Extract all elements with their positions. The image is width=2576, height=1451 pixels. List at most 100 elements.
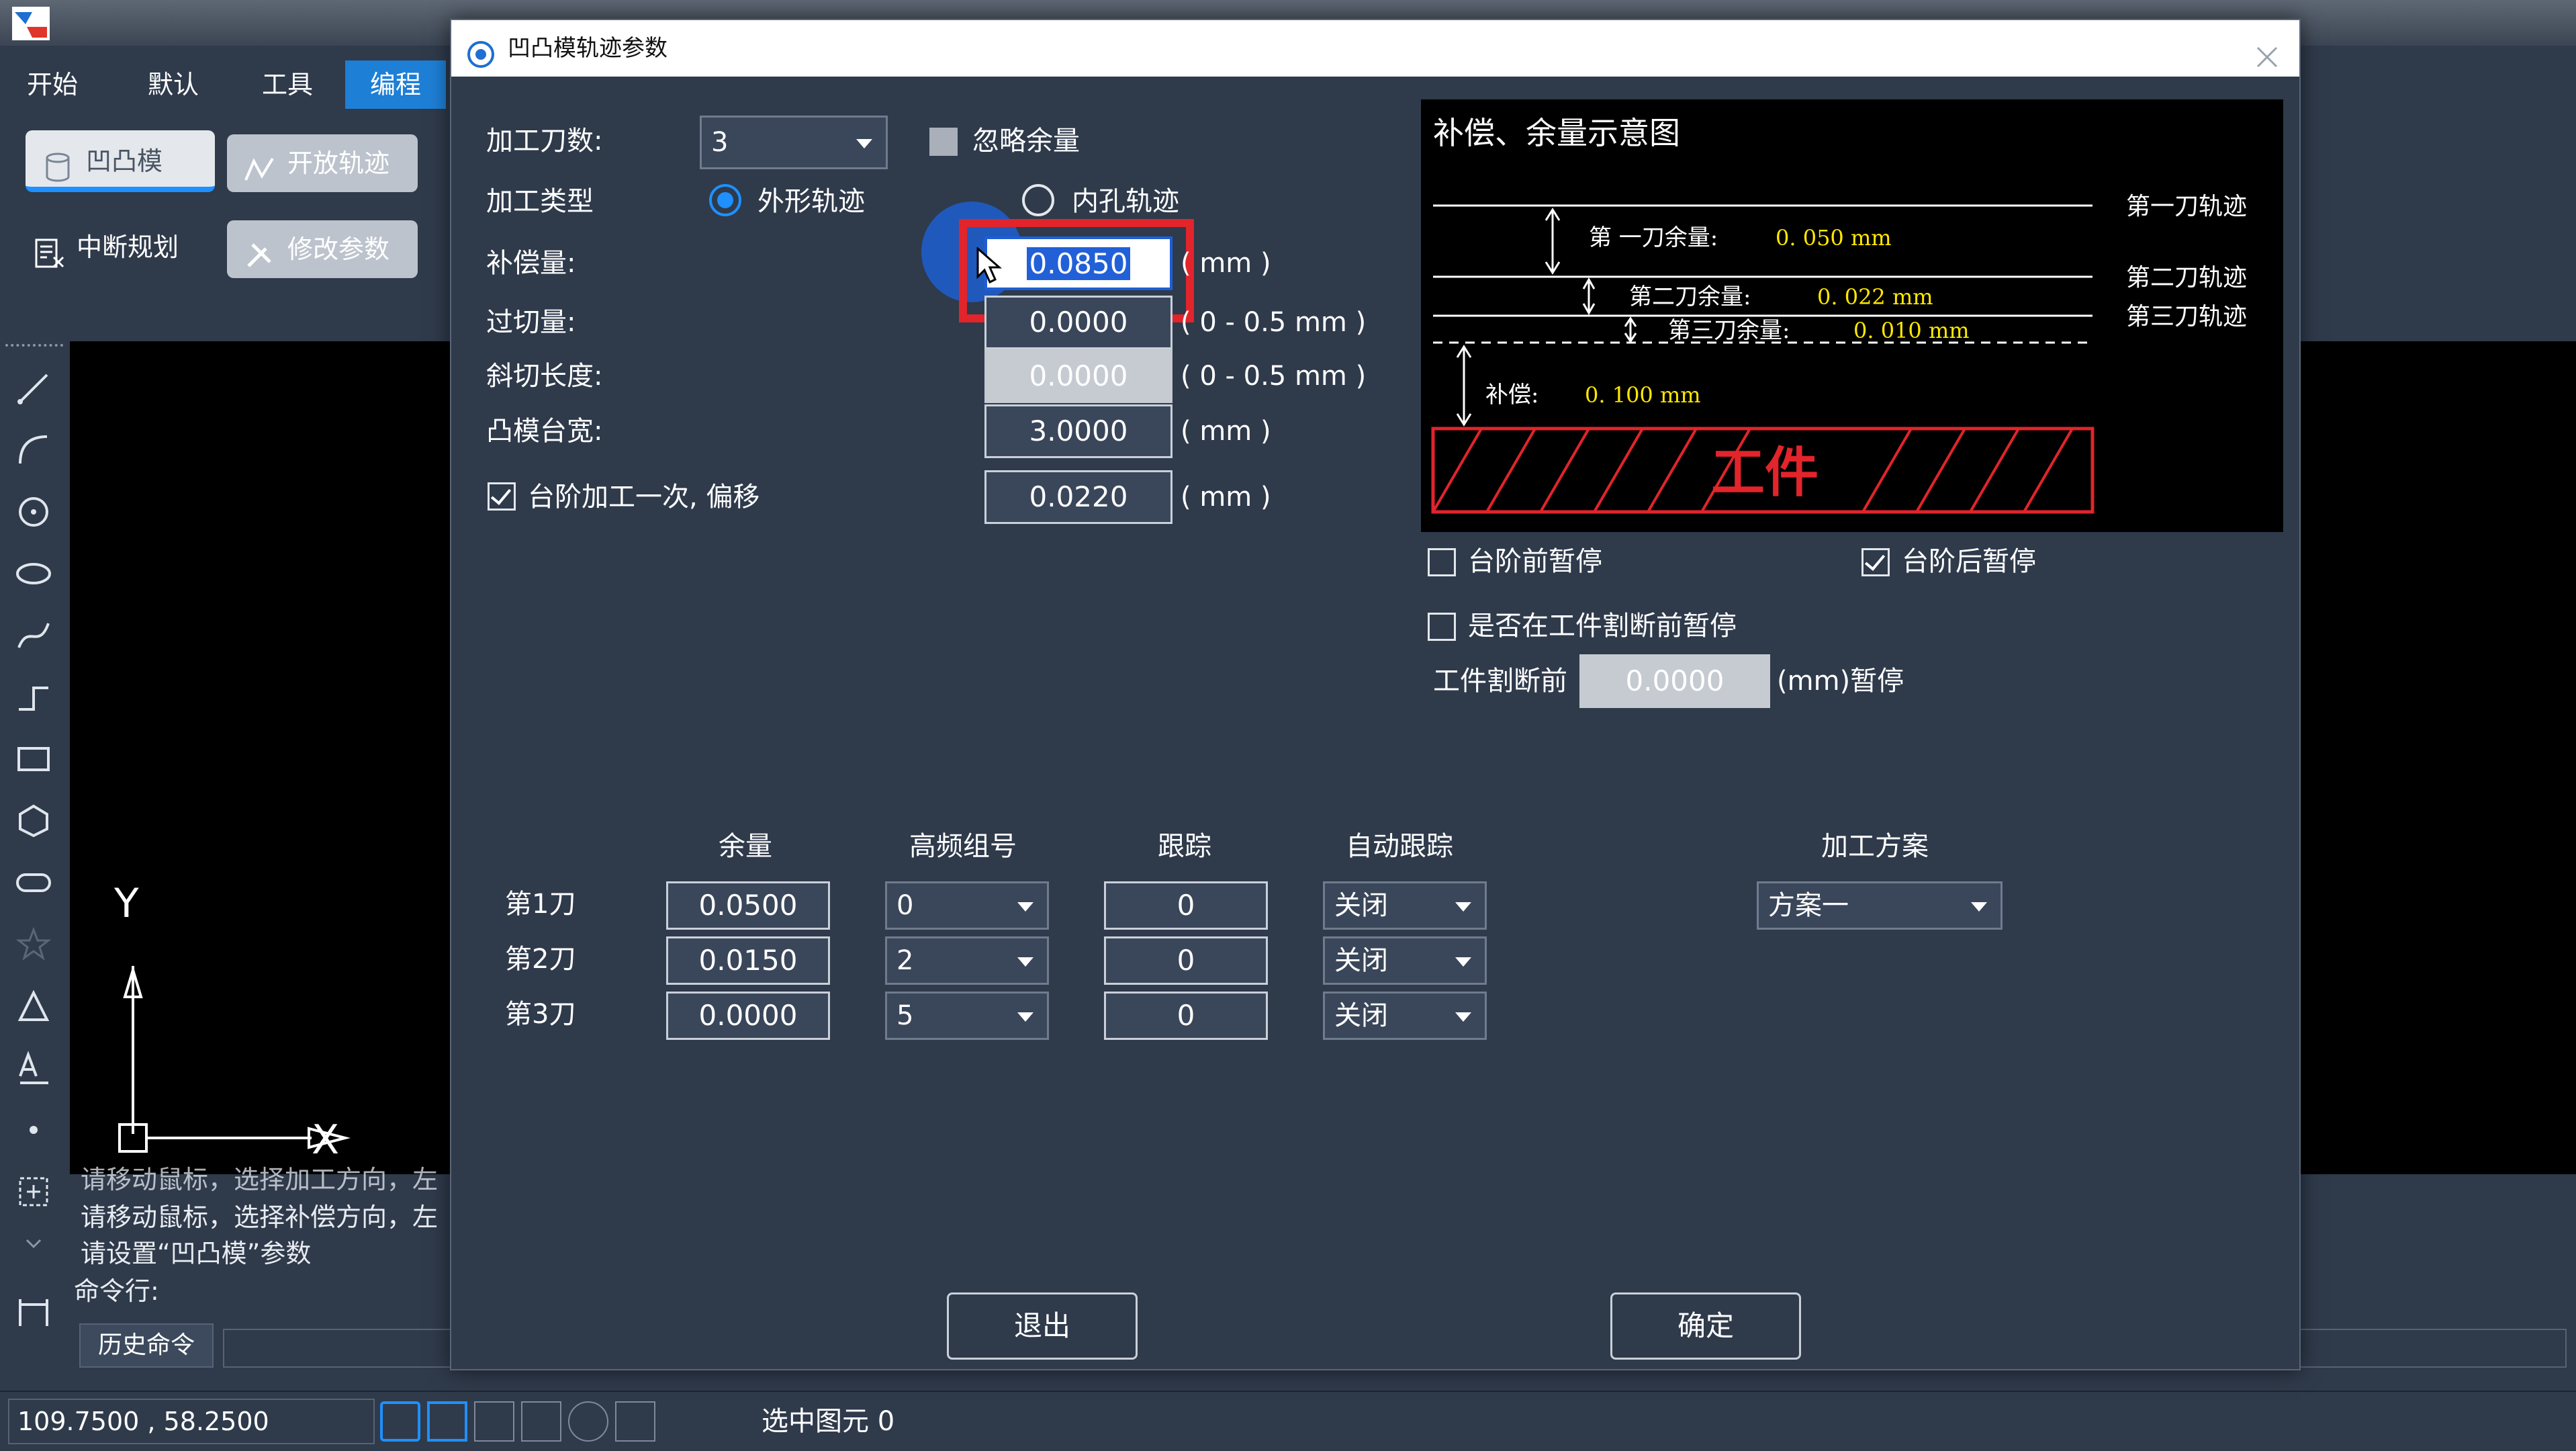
pause-before-step-checkbox[interactable] (1428, 548, 1456, 576)
header-plan: 加工方案 (1821, 831, 1929, 862)
punch-step-width-input[interactable]: 3.0000 (984, 404, 1172, 458)
plan-select[interactable]: 方案一 (1757, 881, 2003, 930)
inner-track-radio[interactable] (1022, 184, 1054, 216)
allowance3-label: 第三刀余量: (1668, 317, 1790, 344)
row1-track: 0 (1177, 889, 1195, 922)
history-command-button[interactable]: 历史命令 (79, 1323, 214, 1368)
chevron-down-icon (1455, 957, 1471, 967)
chevron-down-icon (1017, 957, 1033, 967)
list-edit-icon (34, 230, 66, 268)
app-logo-icon (12, 7, 50, 40)
diagram-title: 补偿、余量示意图 (1433, 115, 1680, 151)
row2-auto: 关闭 (1334, 945, 1388, 976)
menu-programming[interactable]: 编程 (345, 60, 446, 109)
circle-tool-icon[interactable] (15, 493, 52, 531)
polar-snap-icon[interactable] (474, 1401, 514, 1442)
row2-group-select[interactable]: 2 (885, 936, 1049, 985)
cut-off-value: 0.0000 (1625, 664, 1724, 697)
point-tool-icon[interactable] (15, 1111, 52, 1149)
pause-after-step-label: 台阶后暂停 (1902, 546, 2036, 577)
plan-value: 方案一 (1768, 890, 1849, 921)
cut-count-label: 加工刀数: (486, 126, 603, 157)
chevron-down-icon (1017, 1012, 1033, 1022)
text-tool-icon[interactable] (15, 1049, 52, 1087)
status-bar: 109.7500 , 58.2500 选中图元 0 (0, 1391, 2576, 1451)
ribbon-modify-params-button[interactable]: 修改参数 (227, 220, 418, 278)
overcut-value: 0.0000 (1029, 306, 1128, 339)
row3-allowance-input[interactable]: 0.0000 (666, 992, 830, 1040)
overcut-input[interactable]: 0.0000 (984, 296, 1172, 349)
rectangle-tool-icon[interactable] (15, 740, 52, 778)
selected-count: 选中图元 0 (762, 1406, 895, 1437)
header-track: 跟踪 (1158, 831, 1211, 862)
menu-tools[interactable]: 工具 (240, 60, 334, 109)
bevel-length-unit: ( 0 - 0.5 mm ) (1181, 361, 1367, 392)
allowance3-value: 0. 010 mm (1853, 318, 1970, 343)
ortho-snap-icon[interactable] (427, 1401, 467, 1442)
row3-track-input[interactable]: 0 (1104, 992, 1268, 1040)
ribbon-punch-die-button[interactable]: 凹凸模 (26, 130, 215, 192)
chevron-down-icon (1455, 902, 1471, 912)
row1-allowance-input[interactable]: 0.0500 (666, 881, 830, 930)
ignore-allowance-checkbox[interactable] (929, 128, 958, 156)
spline-tool-icon[interactable] (15, 617, 52, 654)
cylinder-icon (42, 144, 74, 182)
close-icon[interactable] (2254, 35, 2281, 68)
row3-allowance: 0.0000 (698, 999, 798, 1032)
cut-off-label: 工件割断前 (1433, 666, 1567, 697)
track2-label: 第二刀轨迹 (2126, 264, 2248, 292)
snap-point-icon[interactable] (15, 1173, 52, 1211)
mouse-pointer-icon (975, 246, 1002, 285)
overcut-unit: ( 0 - 0.5 mm ) (1181, 307, 1367, 338)
row1-group-select[interactable]: 0 (885, 881, 1049, 930)
punch-step-width-unit: ( mm ) (1181, 416, 1271, 447)
outer-track-radio[interactable] (709, 184, 741, 216)
dimension-tool-icon[interactable] (15, 1294, 52, 1331)
chevron-down-icon (1017, 902, 1033, 912)
exit-button[interactable]: 退出 (947, 1292, 1138, 1360)
object-snap-icon[interactable] (521, 1401, 561, 1442)
row3-auto-select[interactable]: 关闭 (1323, 992, 1487, 1040)
compensation-input[interactable]: 0.0850 (984, 236, 1172, 290)
row2-track-input[interactable]: 0 (1104, 936, 1268, 985)
line-tool-icon[interactable] (15, 369, 52, 407)
cut-count-select[interactable]: 3 (700, 116, 888, 169)
point-snap-icon[interactable] (615, 1401, 655, 1442)
row1-group: 0 (896, 890, 914, 921)
star-tool-icon[interactable] (15, 926, 52, 963)
ok-button[interactable]: 确定 (1610, 1292, 1801, 1360)
pause-after-step-checkbox[interactable] (1861, 548, 1890, 576)
pause-before-cut-checkbox[interactable] (1428, 613, 1456, 641)
chevron-down-icon[interactable] (15, 1235, 52, 1255)
step-offset-value: 0.0220 (1029, 480, 1128, 513)
triangle-tool-icon[interactable] (15, 987, 52, 1025)
circle-snap-icon[interactable] (568, 1401, 608, 1442)
menu-bar: 开始 默认 工具 编程 (0, 60, 450, 109)
row2-auto-select[interactable]: 关闭 (1323, 936, 1487, 985)
step-offset-input[interactable]: 0.0220 (984, 470, 1172, 524)
menu-start[interactable]: 开始 (5, 60, 99, 109)
polyline-tool-icon[interactable] (15, 678, 52, 716)
bevel-length-input[interactable]: 0.0000 (984, 349, 1172, 403)
row1-track-input[interactable]: 0 (1104, 881, 1268, 930)
arc-tool-icon[interactable] (15, 431, 52, 469)
ribbon-interrupt-plan-button[interactable]: 中断规划 (30, 216, 218, 278)
history-label: 历史命令 (98, 1331, 195, 1359)
polygon-tool-icon[interactable] (15, 802, 52, 840)
header-hf-group: 高频组号 (909, 831, 1017, 862)
cut-off-suffix: (mm)暂停 (1777, 666, 1904, 697)
track-icon (243, 148, 275, 181)
step-once-checkbox[interactable] (488, 482, 516, 511)
chevron-down-icon (1455, 1012, 1471, 1022)
menu-default[interactable]: 默认 (126, 60, 220, 109)
pause-before-step-label: 台阶前暂停 (1468, 546, 1602, 577)
grid-snap-icon[interactable] (380, 1401, 420, 1442)
slot-tool-icon[interactable] (15, 864, 52, 902)
row2-allowance-input[interactable]: 0.0150 (666, 936, 830, 985)
row1-auto-select[interactable]: 关闭 (1323, 881, 1487, 930)
ribbon-open-track-button[interactable]: 开放轨迹 (227, 134, 418, 192)
ignore-allowance-label: 忽略余量 (972, 126, 1080, 157)
row3-group-select[interactable]: 5 (885, 992, 1049, 1040)
ellipse-tool-icon[interactable] (15, 555, 52, 592)
cut-off-input[interactable]: 0.0000 (1579, 654, 1770, 708)
